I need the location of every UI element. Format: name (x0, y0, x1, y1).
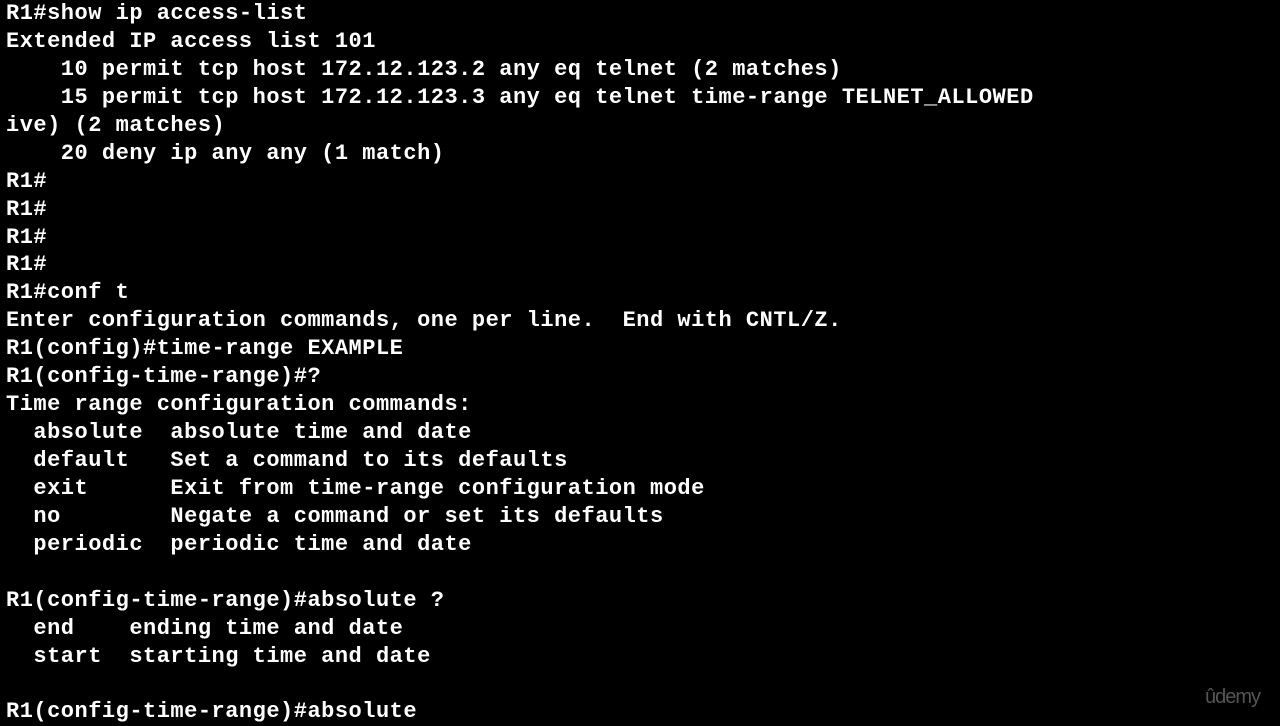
terminal-output[interactable]: R1#show ip access-listExtended IP access… (0, 0, 1280, 726)
terminal-line: no Negate a command or set its defaults (6, 503, 1280, 531)
terminal-line: exit Exit from time-range configuration … (6, 475, 1280, 503)
terminal-line: absolute absolute time and date (6, 419, 1280, 447)
terminal-line: R1# (6, 168, 1280, 196)
udemy-watermark: ûdemy (1205, 685, 1260, 710)
terminal-line: R1#show ip access-list (6, 0, 1280, 28)
terminal-line: 10 permit tcp host 172.12.123.2 any eq t… (6, 56, 1280, 84)
terminal-line: R1# (6, 251, 1280, 279)
terminal-line: periodic periodic time and date (6, 531, 1280, 559)
terminal-line: R1# (6, 196, 1280, 224)
terminal-line (6, 559, 1280, 587)
terminal-line: start starting time and date (6, 643, 1280, 671)
terminal-line: ive) (2 matches) (6, 112, 1280, 140)
terminal-line: R1#conf t (6, 279, 1280, 307)
terminal-line: R1(config-time-range)#absolute ? (6, 587, 1280, 615)
terminal-line: Enter configuration commands, one per li… (6, 307, 1280, 335)
terminal-line: R1(config-time-range)#? (6, 363, 1280, 391)
terminal-line: R1(config)#time-range EXAMPLE (6, 335, 1280, 363)
terminal-line: end ending time and date (6, 615, 1280, 643)
terminal-line: R1(config-time-range)#absolute (6, 698, 1280, 726)
terminal-line (6, 671, 1280, 699)
terminal-line: Extended IP access list 101 (6, 28, 1280, 56)
terminal-line: Time range configuration commands: (6, 391, 1280, 419)
terminal-line: default Set a command to its defaults (6, 447, 1280, 475)
terminal-line: 15 permit tcp host 172.12.123.3 any eq t… (6, 84, 1280, 112)
terminal-line: 20 deny ip any any (1 match) (6, 140, 1280, 168)
terminal-line: R1# (6, 224, 1280, 252)
